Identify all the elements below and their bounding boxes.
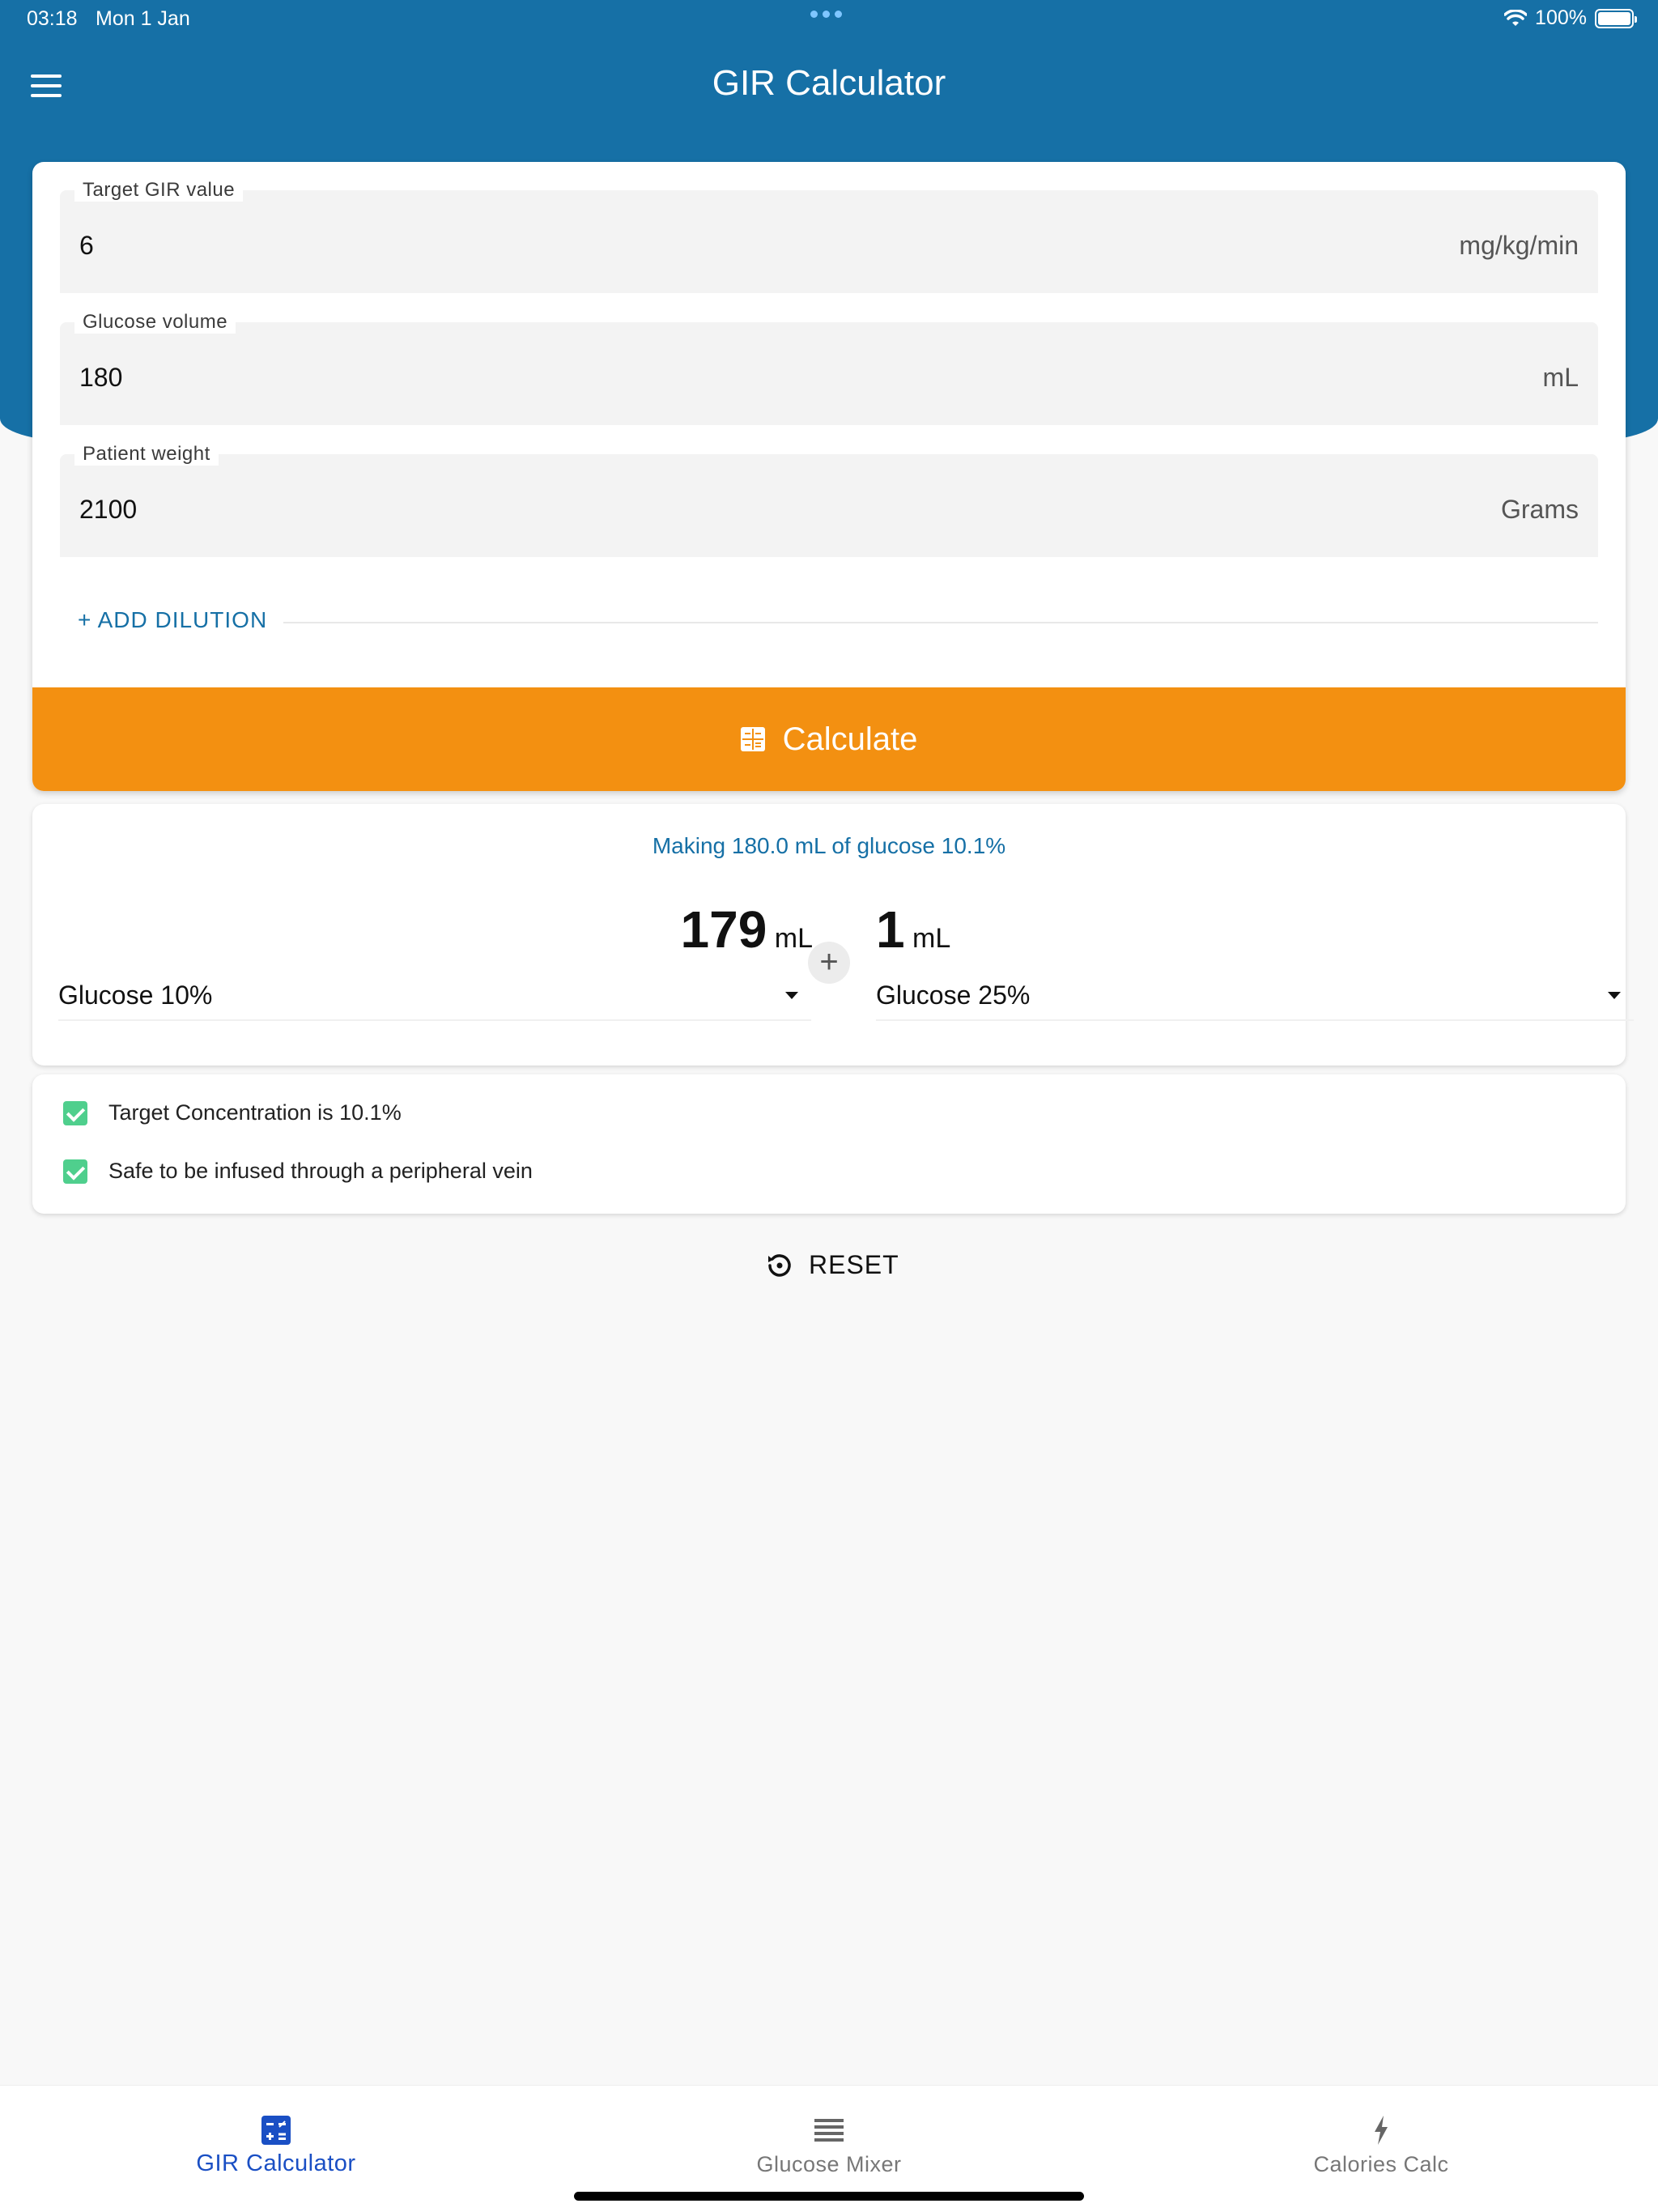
glucose-volume-field[interactable]: Glucose volume 180 mL [60, 311, 1598, 425]
patient-weight-value[interactable]: 2100 [79, 495, 137, 525]
patient-weight-label: Patient weight [74, 443, 219, 466]
target-gir-label: Target GIR value [74, 179, 244, 202]
right-solution-value: Glucose 25% [876, 981, 1031, 1010]
reset-icon [768, 1253, 791, 1277]
left-solution-value: Glucose 10% [58, 981, 213, 1010]
check-item-peripheral: Safe to be infused through a peripheral … [63, 1159, 533, 1184]
status-time: 03:18 [27, 7, 78, 30]
left-solution-select[interactable]: Glucose 10% [58, 974, 811, 1021]
input-form-card: Target GIR value 6 mg/kg/min Glucose vol… [32, 162, 1626, 791]
status-right: 100% [1504, 6, 1637, 30]
battery-icon [1595, 8, 1637, 28]
nav-item-gir-calculator[interactable]: GIR Calculator [114, 2086, 438, 2183]
app-root: { "status_bar": { "time": "03:18", "date… [0, 0, 1658, 2212]
nav-item-glucose-mixer[interactable]: Glucose Mixer [667, 2086, 991, 2183]
status-date: Mon 1 Jan [96, 7, 190, 30]
list-icon [814, 2119, 844, 2142]
bolt-icon [1375, 2116, 1388, 2145]
check-label: Safe to be infused through a peripheral … [108, 1159, 533, 1183]
right-amount-value: 1 [876, 900, 905, 959]
home-indicator[interactable] [574, 2192, 1084, 2201]
glucose-volume-label: Glucose volume [74, 311, 236, 334]
right-amount: 1 mL [876, 900, 950, 959]
left-amount-unit: mL [774, 923, 813, 954]
calculate-label: Calculate [782, 721, 918, 757]
left-amount-value: 179 [680, 900, 767, 959]
patient-weight-unit: Grams [1501, 495, 1579, 524]
glucose-volume-value[interactable]: 180 [79, 363, 122, 393]
nav-label: Glucose Mixer [756, 2152, 902, 2176]
divider [283, 622, 1598, 623]
target-gir-field[interactable]: Target GIR value 6 mg/kg/min [60, 179, 1598, 293]
reset-button[interactable]: RESET [765, 1250, 899, 1280]
nav-label: GIR Calculator [196, 2150, 356, 2176]
caret-down-icon [1608, 992, 1621, 999]
status-bar: 03:18 Mon 1 Jan 100% [0, 0, 1658, 39]
result-card: Making 180.0 mL of glucose 10.1% 179 mL … [32, 804, 1634, 1066]
add-dilution-button[interactable]: + ADD DILUTION [78, 607, 267, 633]
patient-weight-field[interactable]: Patient weight 2100 Grams [60, 443, 1598, 557]
plus-icon: + [808, 942, 850, 984]
result-title: Making 180.0 mL of glucose 10.1% [652, 833, 1006, 858]
checks-card: Target Concentration is 10.1% Safe to be… [32, 1074, 1626, 1214]
battery-percent: 100% [1535, 6, 1587, 29]
calculator-icon [261, 2116, 291, 2145]
left-amount: 179 mL [681, 900, 813, 959]
check-item-concentration: Target Concentration is 10.1% [63, 1100, 402, 1125]
nav-item-calories-calc[interactable]: Calories Calc [1219, 2086, 1543, 2183]
right-amount-unit: mL [912, 923, 951, 954]
page-title: GIR Calculator [712, 63, 946, 103]
right-solution-select[interactable]: Glucose 25% [876, 974, 1634, 1021]
wifi-icon [1504, 9, 1528, 26]
target-gir-unit: mg/kg/min [1459, 231, 1579, 260]
nav-label: Calories Calc [1313, 2152, 1449, 2176]
checkbox-checked-icon [63, 1159, 87, 1184]
multitasking-dots-icon[interactable] [810, 11, 842, 18]
caret-down-icon [785, 992, 798, 999]
check-label: Target Concentration is 10.1% [108, 1100, 402, 1125]
checkbox-checked-icon [63, 1100, 87, 1125]
glucose-volume-unit: mL [1542, 363, 1579, 392]
target-gir-value[interactable]: 6 [79, 231, 94, 261]
calculate-button[interactable]: Calculate [32, 687, 1626, 791]
reset-label: RESET [809, 1250, 899, 1279]
calculator-icon [740, 727, 765, 751]
